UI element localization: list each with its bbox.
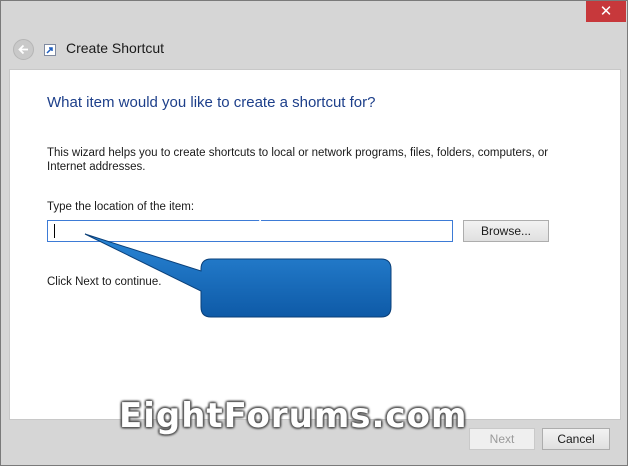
watermark-logo: EightForums.com xyxy=(119,396,468,436)
create-shortcut-window: ✕ Create Shortcut What item would you li… xyxy=(0,0,628,466)
callout-label: Target location xyxy=(221,202,359,225)
cancel-button[interactable]: Cancel xyxy=(542,428,610,450)
next-button[interactable]: Next xyxy=(469,428,535,450)
